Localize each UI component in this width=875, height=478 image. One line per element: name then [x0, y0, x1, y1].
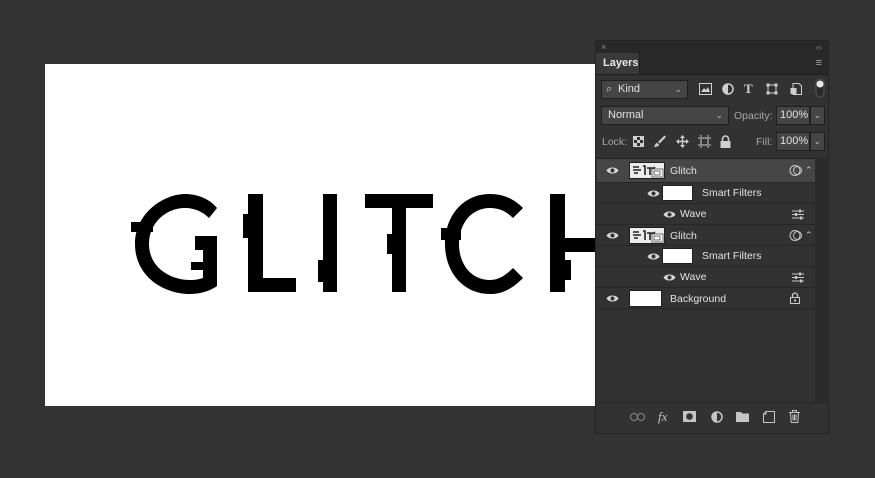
chevron-down-icon: ⌄ — [715, 110, 723, 120]
collapse-chevron-icon[interactable]: ⌃ — [805, 164, 813, 176]
fill-label: Fill: — [756, 136, 773, 148]
chevron-down-icon: ⌄ — [813, 136, 821, 146]
opacity-dropdown[interactable]: ⌄ — [810, 106, 825, 125]
filter-smart-objects-icon[interactable] — [790, 83, 802, 95]
layer-name[interactable]: Glitch — [670, 229, 697, 243]
new-layer-icon[interactable] — [763, 411, 775, 423]
add-layer-style-fx-icon[interactable]: fx — [658, 410, 667, 424]
collapse-chevron-icon[interactable]: ⌃ — [805, 229, 813, 241]
eye-icon[interactable] — [606, 231, 619, 240]
filter-pixel-layers-icon[interactable] — [699, 83, 712, 95]
fill-input[interactable]: 100% — [776, 132, 810, 151]
delete-layer-trash-icon[interactable] — [789, 410, 800, 423]
document-canvas[interactable] — [45, 64, 597, 406]
eye-icon[interactable] — [647, 252, 660, 261]
layer-row-glitch-1[interactable]: Glitch ⌃ — [597, 158, 815, 182]
smart-filter-effects-icon[interactable] — [789, 164, 803, 177]
layer-name[interactable]: Glitch — [670, 164, 697, 178]
chevron-down-icon: ⌄ — [674, 84, 682, 94]
smart-filters-label[interactable]: Smart Filters — [702, 249, 762, 263]
eye-icon[interactable] — [647, 189, 660, 198]
collapse-panel-icon[interactable]: ‹‹ — [816, 41, 822, 53]
filter-kind-value: Kind — [618, 83, 641, 95]
panel-menu-icon[interactable]: ≡ — [816, 57, 822, 69]
opacity-label: Opacity: — [734, 110, 773, 122]
layer-row-wave-2[interactable]: Wave — [597, 266, 815, 287]
layer-thumbnail — [629, 162, 665, 179]
lock-position-move-icon[interactable] — [676, 135, 689, 148]
eye-icon[interactable] — [663, 273, 676, 282]
close-panel-icon[interactable]: × — [601, 41, 606, 53]
layer-row-smart-filters-2[interactable]: Smart Filters — [597, 245, 815, 266]
layer-row-wave-1[interactable]: Wave — [597, 203, 815, 224]
filter-kind-select[interactable]: ⌕ Kind ⌄ — [601, 80, 688, 99]
filter-type-layers-icon[interactable]: T — [744, 82, 753, 96]
new-group-folder-icon[interactable] — [736, 411, 749, 422]
lock-image-pixels-brush-icon[interactable] — [654, 135, 666, 148]
new-adjustment-layer-icon[interactable] — [711, 411, 723, 423]
tab-layers[interactable]: Layers — [596, 53, 640, 74]
eye-icon[interactable] — [606, 294, 619, 303]
layer-row-glitch-2[interactable]: Glitch ⌃ — [597, 224, 815, 245]
smart-filters-label[interactable]: Smart Filters — [702, 186, 762, 200]
filter-shape-layers-icon[interactable] — [766, 83, 778, 95]
lock-all-icon[interactable] — [720, 135, 731, 148]
filter-blending-options-icon[interactable] — [792, 272, 804, 283]
blend-mode-value: Normal — [608, 109, 644, 121]
eye-icon[interactable] — [606, 166, 619, 175]
layer-row-background[interactable]: Background — [597, 287, 815, 309]
blend-mode-select[interactable]: Normal ⌄ — [601, 106, 729, 125]
layers-panel: × ‹‹ Layers ≡ ⌕ Kind ⌄ T Normal ⌄ Opacit — [595, 40, 829, 434]
panel-tab-row: Layers ≡ — [596, 53, 828, 75]
filter-toggle-switch[interactable] — [815, 78, 825, 98]
eye-icon[interactable] — [663, 210, 676, 219]
filter-adjustment-layers-icon[interactable] — [722, 83, 734, 95]
filter-name[interactable]: Wave — [680, 270, 706, 284]
search-icon: ⌕ — [606, 83, 613, 95]
smart-filter-effects-icon[interactable] — [789, 229, 803, 242]
glitch-artwork — [131, 194, 597, 294]
filter-blending-options-icon[interactable] — [792, 209, 804, 220]
layer-thumbnail — [629, 227, 665, 244]
layers-scrollbar[interactable] — [815, 158, 827, 403]
lock-label: Lock: — [602, 136, 628, 148]
filter-name[interactable]: Wave — [680, 207, 706, 221]
panel-bottom-toolbar: fx — [596, 402, 828, 433]
panel-title-bar: × ‹‹ — [596, 41, 828, 53]
lock-transparent-pixels-icon[interactable] — [633, 136, 644, 147]
lock-artboard-icon[interactable] — [698, 135, 711, 148]
layer-row-smart-filters-1[interactable]: Smart Filters — [597, 182, 815, 203]
chevron-down-icon: ⌄ — [813, 110, 821, 120]
opacity-input[interactable]: 100% — [776, 106, 810, 125]
layer-thumbnail — [629, 290, 662, 307]
filter-mask-thumbnail — [662, 248, 693, 264]
add-layer-mask-icon[interactable] — [683, 411, 696, 422]
layer-name[interactable]: Background — [670, 292, 726, 306]
link-layers-icon[interactable] — [630, 413, 645, 421]
fill-dropdown[interactable]: ⌄ — [810, 132, 825, 151]
filter-mask-thumbnail — [662, 185, 693, 201]
lock-icon — [790, 292, 800, 304]
